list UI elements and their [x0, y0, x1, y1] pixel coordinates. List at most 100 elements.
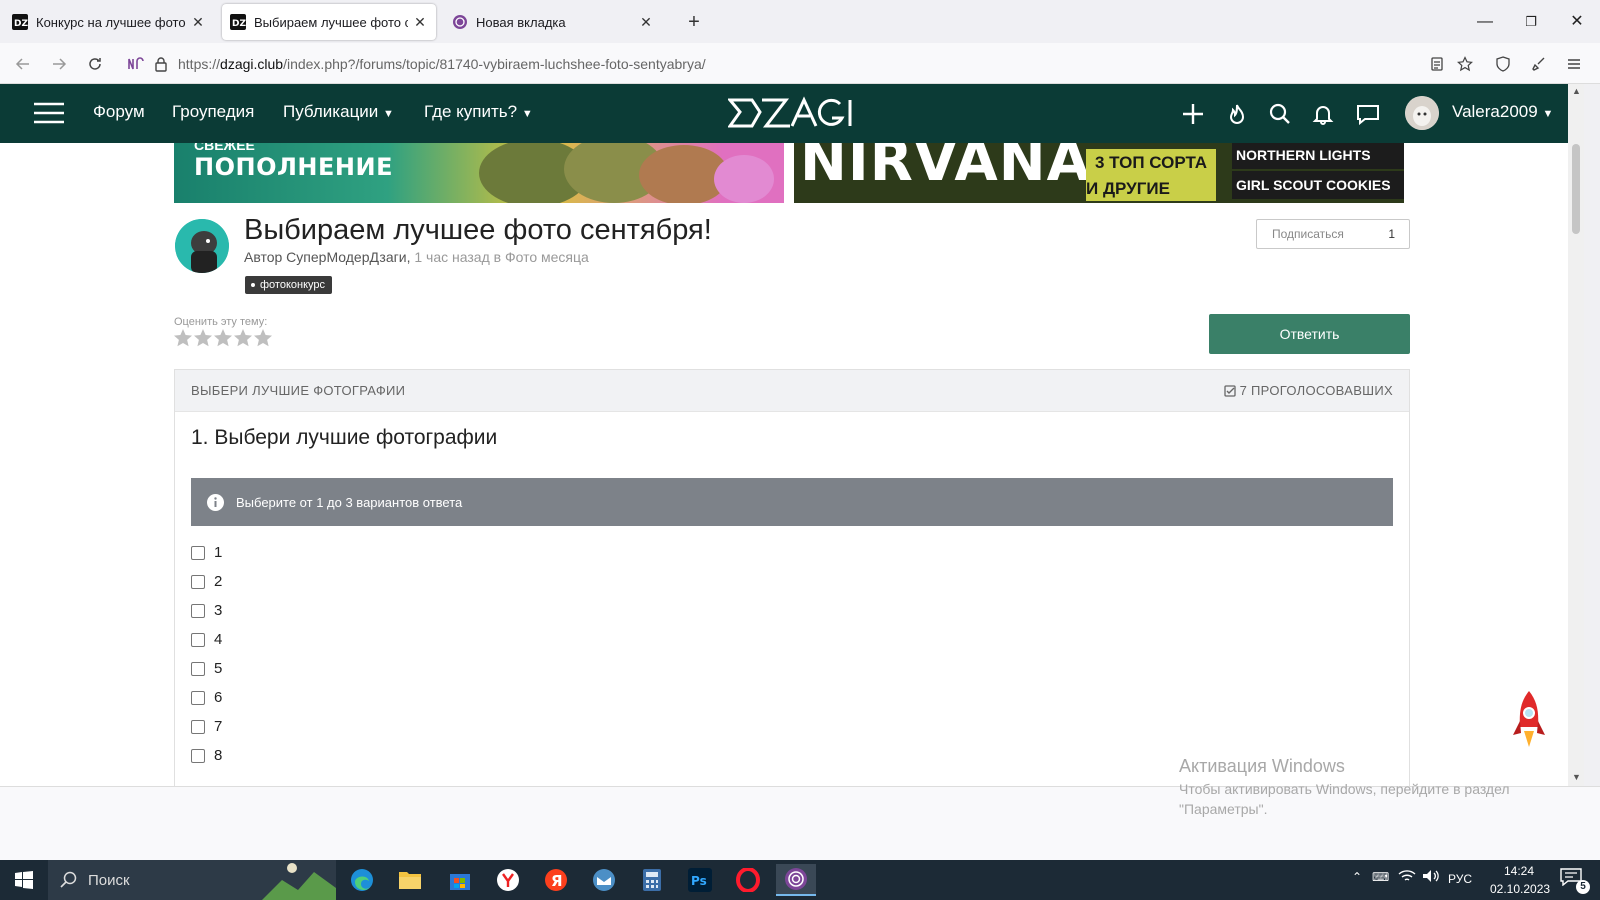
- photoshop-app[interactable]: Ps: [680, 864, 720, 896]
- scroll-top-rocket[interactable]: [1512, 691, 1546, 760]
- site-menu-button[interactable]: [34, 102, 64, 129]
- star-icon[interactable]: [193, 328, 213, 348]
- poll-option[interactable]: 2: [191, 573, 222, 590]
- star-icon[interactable]: [253, 328, 273, 348]
- poll-option-checkbox[interactable]: [191, 748, 205, 763]
- create-button[interactable]: [1180, 101, 1206, 127]
- tag-badge[interactable]: фотоконкурс: [245, 276, 333, 294]
- edge-app[interactable]: [342, 864, 382, 896]
- nav-where-buy[interactable]: Где купить? ▼: [424, 102, 533, 122]
- close-icon[interactable]: ✕: [190, 14, 206, 31]
- address-bar[interactable]: https://dzagi.club/index.php?/forums/top…: [116, 48, 1576, 80]
- nav-groupedia[interactable]: Гроупедия: [172, 102, 254, 122]
- author-avatar[interactable]: [175, 219, 229, 273]
- tor-browser-app[interactable]: [776, 864, 816, 896]
- mail-app[interactable]: [584, 864, 624, 896]
- poll-option[interactable]: 3: [191, 602, 222, 619]
- poll-option-checkbox[interactable]: [191, 661, 205, 676]
- yandex-browser-app[interactable]: [488, 864, 528, 896]
- reply-button[interactable]: Ответить: [1209, 314, 1410, 354]
- restore-button[interactable]: ❐: [1511, 8, 1551, 36]
- svg-text:Я: Я: [551, 872, 563, 890]
- poll-option-label: 8: [214, 747, 223, 764]
- language-indicator[interactable]: РУС: [1448, 872, 1472, 886]
- keyboard-icon[interactable]: ⌨: [1372, 870, 1389, 884]
- opera-app[interactable]: [728, 864, 768, 896]
- nav-publications[interactable]: Публикации ▼: [283, 102, 394, 122]
- network-icon[interactable]: [1398, 869, 1416, 888]
- poll-option-checkbox[interactable]: [191, 719, 205, 734]
- url-host: dzagi.club: [220, 56, 284, 72]
- new-identity-button[interactable]: [1526, 51, 1552, 77]
- action-center-button[interactable]: 5: [1560, 868, 1590, 894]
- tray-overflow-icon[interactable]: ⌃: [1352, 870, 1362, 884]
- poll-option-checkbox[interactable]: [191, 603, 205, 618]
- shield-button[interactable]: [1490, 51, 1516, 77]
- volume-icon[interactable]: [1422, 869, 1440, 888]
- back-button[interactable]: [10, 51, 36, 77]
- close-icon[interactable]: ✕: [412, 14, 428, 31]
- messages-button[interactable]: [1355, 101, 1381, 127]
- tab-contest[interactable]: DZ Конкурс на лучшее фото сентября ✕: [4, 4, 214, 40]
- windows-watermark-line1: Чтобы активировать Windows, перейдите в …: [1179, 781, 1510, 797]
- poll-option[interactable]: 4: [191, 631, 222, 648]
- poll-option-checkbox[interactable]: [191, 574, 205, 589]
- ad-banner-left[interactable]: СВЕЖЕЕ ПОПОЛНЕНИЕ: [174, 143, 784, 203]
- minimize-button[interactable]: —: [1465, 8, 1505, 36]
- site-logo[interactable]: [726, 96, 856, 135]
- scroll-down-icon[interactable]: ▼: [1572, 772, 1581, 782]
- user-menu[interactable]: Valera2009 ▼: [1452, 102, 1553, 122]
- svg-text:DZ: DZ: [14, 19, 28, 29]
- activity-button[interactable]: [1224, 101, 1250, 127]
- poll-option-checkbox[interactable]: [191, 545, 205, 560]
- close-window-button[interactable]: ✕: [1557, 8, 1597, 36]
- app-menu-button[interactable]: [1561, 51, 1587, 77]
- poll-option-checkbox[interactable]: [191, 690, 205, 705]
- yandex-icon: Я: [545, 869, 567, 891]
- yandex-app[interactable]: Я: [536, 864, 576, 896]
- poll-option[interactable]: 1: [191, 544, 222, 561]
- ad-banner-right[interactable]: NIRVANA 3 ТОП СОРТА И ДРУГИЕ NORTHERN LI…: [794, 143, 1404, 203]
- banner-badge-others: И ДРУГИЕ: [1086, 177, 1216, 201]
- search-button[interactable]: [1267, 101, 1293, 127]
- start-button[interactable]: [4, 864, 44, 896]
- store-app[interactable]: [440, 864, 480, 896]
- poll-option[interactable]: 5: [191, 660, 222, 677]
- close-icon[interactable]: ✕: [638, 14, 654, 31]
- calculator-app[interactable]: [632, 864, 672, 896]
- reload-button[interactable]: [82, 51, 108, 77]
- poll-option-checkbox[interactable]: [191, 632, 205, 647]
- star-icon[interactable]: [233, 328, 253, 348]
- poll-option[interactable]: 6: [191, 689, 222, 706]
- poll-voters[interactable]: 7 ПРОГОЛОСОВАВШИХ: [1223, 383, 1393, 398]
- rating-stars[interactable]: [173, 328, 273, 348]
- notifications-button[interactable]: [1310, 101, 1336, 127]
- star-icon[interactable]: [173, 328, 193, 348]
- scrollbar-thumb[interactable]: [1572, 144, 1580, 234]
- topic-meta: Автор СуперМодерДзаги, 1 час назад в Фот…: [244, 249, 589, 265]
- poll-hint-bar: Выберите от 1 до 3 вариантов ответа: [191, 478, 1393, 526]
- subscribe-button[interactable]: Подписаться 1: [1256, 219, 1410, 249]
- poll-option[interactable]: 8: [191, 747, 222, 764]
- user-avatar[interactable]: [1405, 96, 1439, 130]
- reader-view-button[interactable]: [1424, 51, 1450, 77]
- nav-forum[interactable]: Форум: [93, 102, 145, 122]
- poll-option[interactable]: 7: [191, 718, 222, 735]
- scroll-up-icon[interactable]: ▲: [1572, 86, 1581, 96]
- bookmark-button[interactable]: [1452, 51, 1478, 77]
- lock-icon[interactable]: [154, 56, 168, 72]
- forward-button[interactable]: [46, 51, 72, 77]
- tab-choose-photo[interactable]: DZ Выбираем лучшее фото сентября ✕: [222, 4, 436, 40]
- tab-new[interactable]: Новая вкладка ✕: [444, 4, 662, 40]
- page-scrollbar[interactable]: ▲ ▼: [1568, 84, 1584, 786]
- new-tab-button[interactable]: +: [682, 10, 706, 34]
- star-icon[interactable]: [213, 328, 233, 348]
- explorer-app[interactable]: [390, 864, 430, 896]
- plus-icon: [1183, 104, 1203, 124]
- clock[interactable]: 14:24 02.10.2023: [1490, 864, 1550, 896]
- taskbar-search[interactable]: Поиск: [48, 860, 336, 900]
- topic-category-link[interactable]: Фото месяца: [505, 249, 589, 265]
- author-line[interactable]: Автор СуперМодерДзаги,: [244, 249, 410, 265]
- tor-circuit-icon[interactable]: [126, 55, 144, 73]
- hamburger-icon: [1568, 59, 1580, 69]
